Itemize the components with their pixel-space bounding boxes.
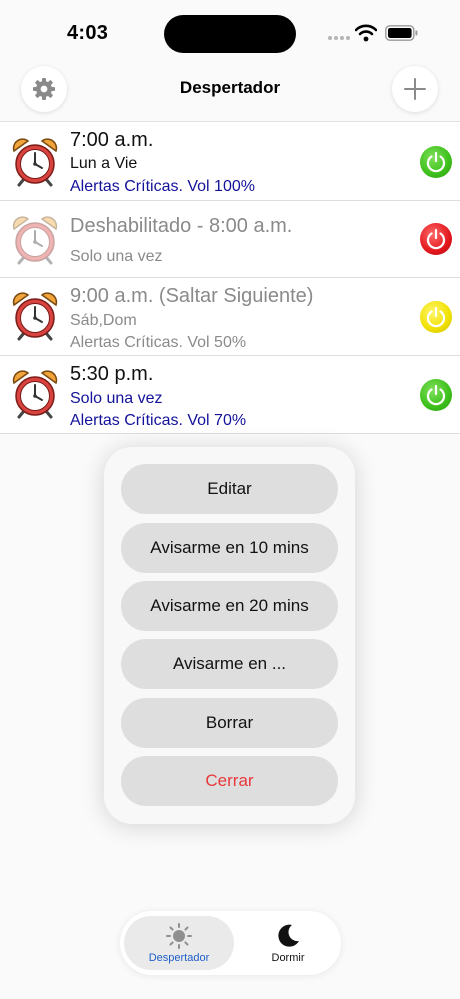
alarm-alert-info: Alertas Críticas. Vol 50% — [70, 334, 247, 351]
wifi-icon — [355, 24, 377, 42]
battery-icon — [385, 25, 418, 41]
power-icon — [420, 379, 452, 411]
tab-sleep-label: Dormir — [271, 951, 305, 964]
alarm-action-menu: Editar Avisarme en 10 mins Avisarme en 2… — [104, 447, 355, 824]
plus-icon — [404, 78, 426, 100]
delete-button[interactable]: Borrar — [121, 698, 338, 748]
add-alarm-button[interactable] — [392, 66, 438, 112]
alarm-toggle-button[interactable] — [420, 379, 452, 411]
alarm-time: 7:00 a.m. — [70, 129, 154, 151]
cellular-signal-icon — [328, 30, 350, 40]
close-button[interactable]: Cerrar — [121, 756, 338, 806]
alarm-time: Deshabilitado - 8:00 a.m. — [70, 215, 293, 237]
snooze-20-button[interactable]: Avisarme en 20 mins — [121, 581, 338, 631]
tab-sleep[interactable]: Dormir — [240, 916, 336, 970]
dynamic-island — [164, 15, 296, 53]
alarm-row[interactable]: 5:30 p.m. Solo una vez Alertas Críticas.… — [0, 356, 460, 434]
alarm-row[interactable]: 9:00 a.m. (Saltar Siguiente) Sáb,Dom Ale… — [0, 278, 460, 356]
alarm-toggle-button[interactable] — [420, 223, 452, 255]
edit-button[interactable]: Editar — [121, 464, 338, 514]
navigation-bar: Despertador — [0, 64, 460, 120]
power-icon — [420, 223, 452, 255]
alarm-repeat-days: Sáb,Dom — [70, 312, 137, 329]
alarm-clock-icon — [11, 291, 59, 341]
alarm-repeat-days: Lun a Vie — [70, 155, 138, 172]
alarm-list: 7:00 a.m. Lun a Vie Alertas Críticas. Vo… — [0, 121, 460, 434]
status-bar: 4:03 — [0, 0, 460, 64]
power-icon — [420, 146, 452, 178]
alarm-row[interactable]: Deshabilitado - 8:00 a.m. Solo una vez — [0, 201, 460, 278]
power-icon — [420, 301, 452, 333]
status-time: 4:03 — [67, 22, 109, 44]
snooze-10-button[interactable]: Avisarme en 10 mins — [121, 523, 338, 573]
tab-alarm[interactable]: Despertador — [124, 916, 234, 970]
alarm-clock-icon — [11, 137, 59, 187]
tab-alarm-label: Despertador — [148, 951, 210, 964]
moon-icon — [278, 924, 299, 947]
alarm-clock-icon — [11, 215, 59, 265]
alarm-repeat-days: Solo una vez — [70, 390, 163, 407]
alarm-repeat-days: Solo una vez — [70, 248, 163, 265]
alarm-row[interactable]: 7:00 a.m. Lun a Vie Alertas Críticas. Vo… — [0, 122, 460, 201]
sun-icon — [166, 922, 192, 949]
alarm-time: 9:00 a.m. (Saltar Siguiente) — [70, 285, 314, 307]
snooze-custom-button[interactable]: Avisarme en ... — [121, 639, 338, 689]
alarm-alert-info: Alertas Críticas. Vol 100% — [70, 178, 255, 195]
alarm-toggle-button[interactable] — [420, 301, 452, 333]
alarm-clock-icon — [11, 369, 59, 419]
alarm-toggle-button[interactable] — [420, 146, 452, 178]
tab-bar: Despertador Dormir — [120, 911, 341, 975]
alarm-time: 5:30 p.m. — [70, 363, 154, 385]
page-title: Despertador — [179, 78, 281, 97]
alarm-alert-info: Alertas Críticas. Vol 70% — [70, 412, 247, 429]
